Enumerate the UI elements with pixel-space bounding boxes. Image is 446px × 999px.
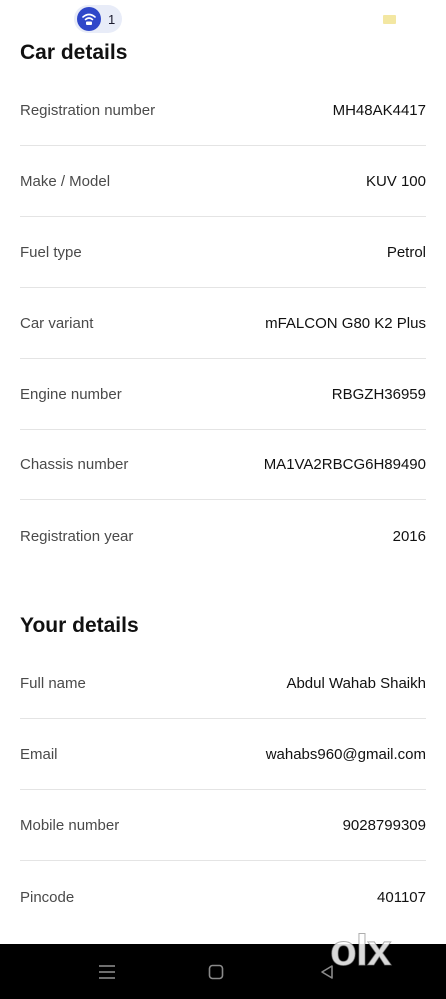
chassis-number-row: Chassis number MA1VA2RBCG6H89490: [20, 430, 426, 500]
olx-watermark: olx: [330, 926, 393, 976]
row-value: Abdul Wahab Shaikh: [286, 675, 426, 692]
row-label: Registration year: [20, 527, 134, 545]
your-details-title: Your details: [20, 614, 139, 637]
row-value: Petrol: [386, 244, 426, 261]
notification-pill[interactable]: 1: [74, 5, 122, 33]
battery-icon: [383, 15, 396, 24]
wifi-hotspot-icon: [77, 7, 101, 31]
row-label: Mobile number: [20, 817, 120, 834]
engine-number-row: Engine number RBGZH36959: [20, 360, 426, 430]
row-value: 2016: [392, 527, 426, 545]
mobile-number-row: Mobile number 9028799309: [20, 791, 426, 861]
row-value: KUV 100: [365, 173, 426, 190]
email-row: Email wahabs960@gmail.com: [20, 720, 426, 790]
row-value: wahabs960@gmail.com: [265, 746, 426, 763]
notification-count: 1: [108, 11, 116, 27]
registration-number-row: Registration number MH48AK4417: [20, 76, 426, 146]
row-label: Email: [20, 746, 58, 763]
car-variant-row: Car variant mFALCON G80 K2 Plus: [20, 289, 426, 359]
full-name-row: Full name Abdul Wahab Shaikh: [20, 649, 426, 719]
row-value: MA1VA2RBCG6H89490: [263, 456, 426, 473]
row-label: Chassis number: [20, 456, 129, 473]
home-icon[interactable]: [205, 961, 227, 983]
row-label: Engine number: [20, 386, 122, 403]
row-value: MH48AK4417: [332, 102, 426, 119]
status-bar: 1: [0, 0, 446, 38]
row-label: Pincode: [20, 888, 75, 906]
row-label: Fuel type: [20, 244, 82, 261]
row-value: 9028799309: [342, 817, 426, 834]
row-value: 401107: [377, 888, 426, 906]
car-details-title: Car details: [20, 41, 128, 64]
row-value: RBGZH36959: [331, 386, 426, 403]
registration-year-row: Registration year 2016: [20, 501, 426, 571]
row-label: Car variant: [20, 315, 94, 332]
row-label: Make / Model: [20, 173, 111, 190]
pincode-row: Pincode 401107: [20, 862, 426, 932]
fuel-type-row: Fuel type Petrol: [20, 218, 426, 288]
make-model-row: Make / Model KUV 100: [20, 147, 426, 217]
row-label: Full name: [20, 675, 86, 692]
row-value: mFALCON G80 K2 Plus: [265, 315, 426, 332]
row-label: Registration number: [20, 102, 156, 119]
menu-icon[interactable]: [96, 961, 118, 983]
